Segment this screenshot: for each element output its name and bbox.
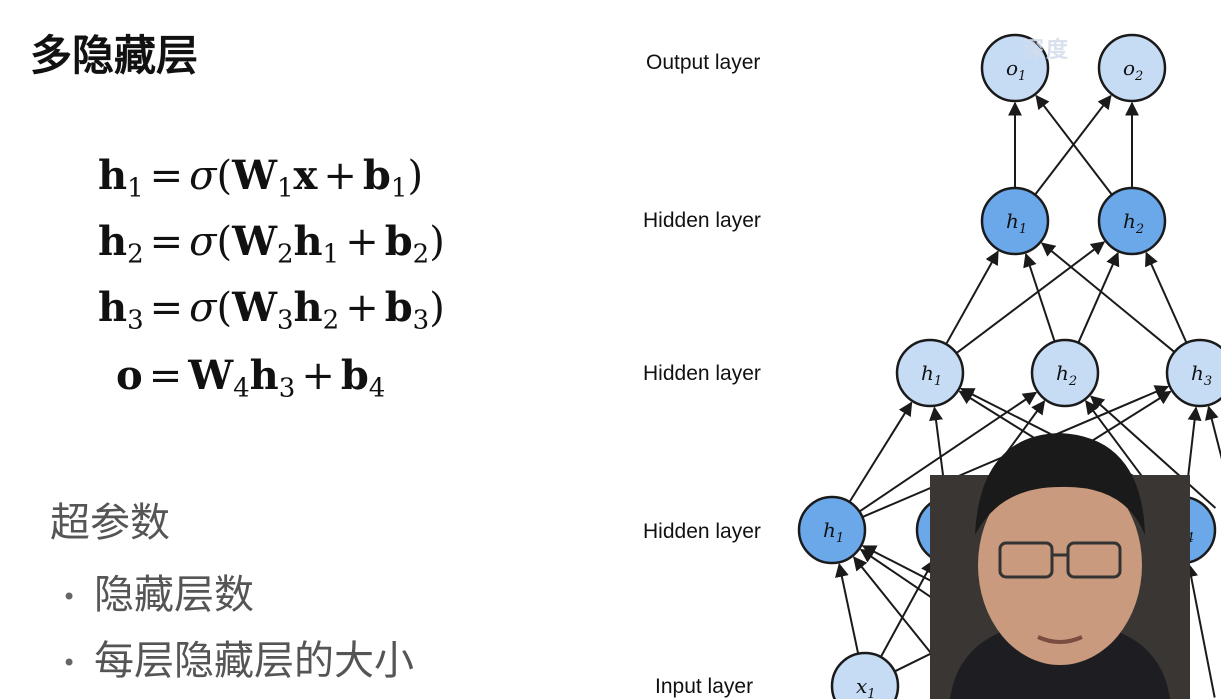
network-edge	[835, 562, 860, 654]
network-node: h2	[1030, 338, 1100, 408]
network-node: h1	[895, 338, 965, 408]
network-node: h1	[797, 495, 867, 565]
network-edge	[848, 401, 913, 503]
network-edge	[1184, 562, 1216, 698]
network-edge	[879, 559, 935, 658]
watermark: 深度	[1022, 38, 1071, 63]
network-edge	[1077, 251, 1120, 344]
network-edge	[1204, 405, 1221, 460]
network-node: h3	[1165, 338, 1221, 408]
network-node: h1	[980, 186, 1050, 256]
network-edge	[1145, 251, 1188, 344]
presenter-video-overlay	[930, 433, 1190, 699]
network-node: o2	[1097, 33, 1167, 103]
network-node: x1	[830, 651, 900, 699]
network-node: h2	[1097, 186, 1167, 256]
network-edge	[945, 250, 999, 345]
network-edge	[1040, 242, 1176, 353]
